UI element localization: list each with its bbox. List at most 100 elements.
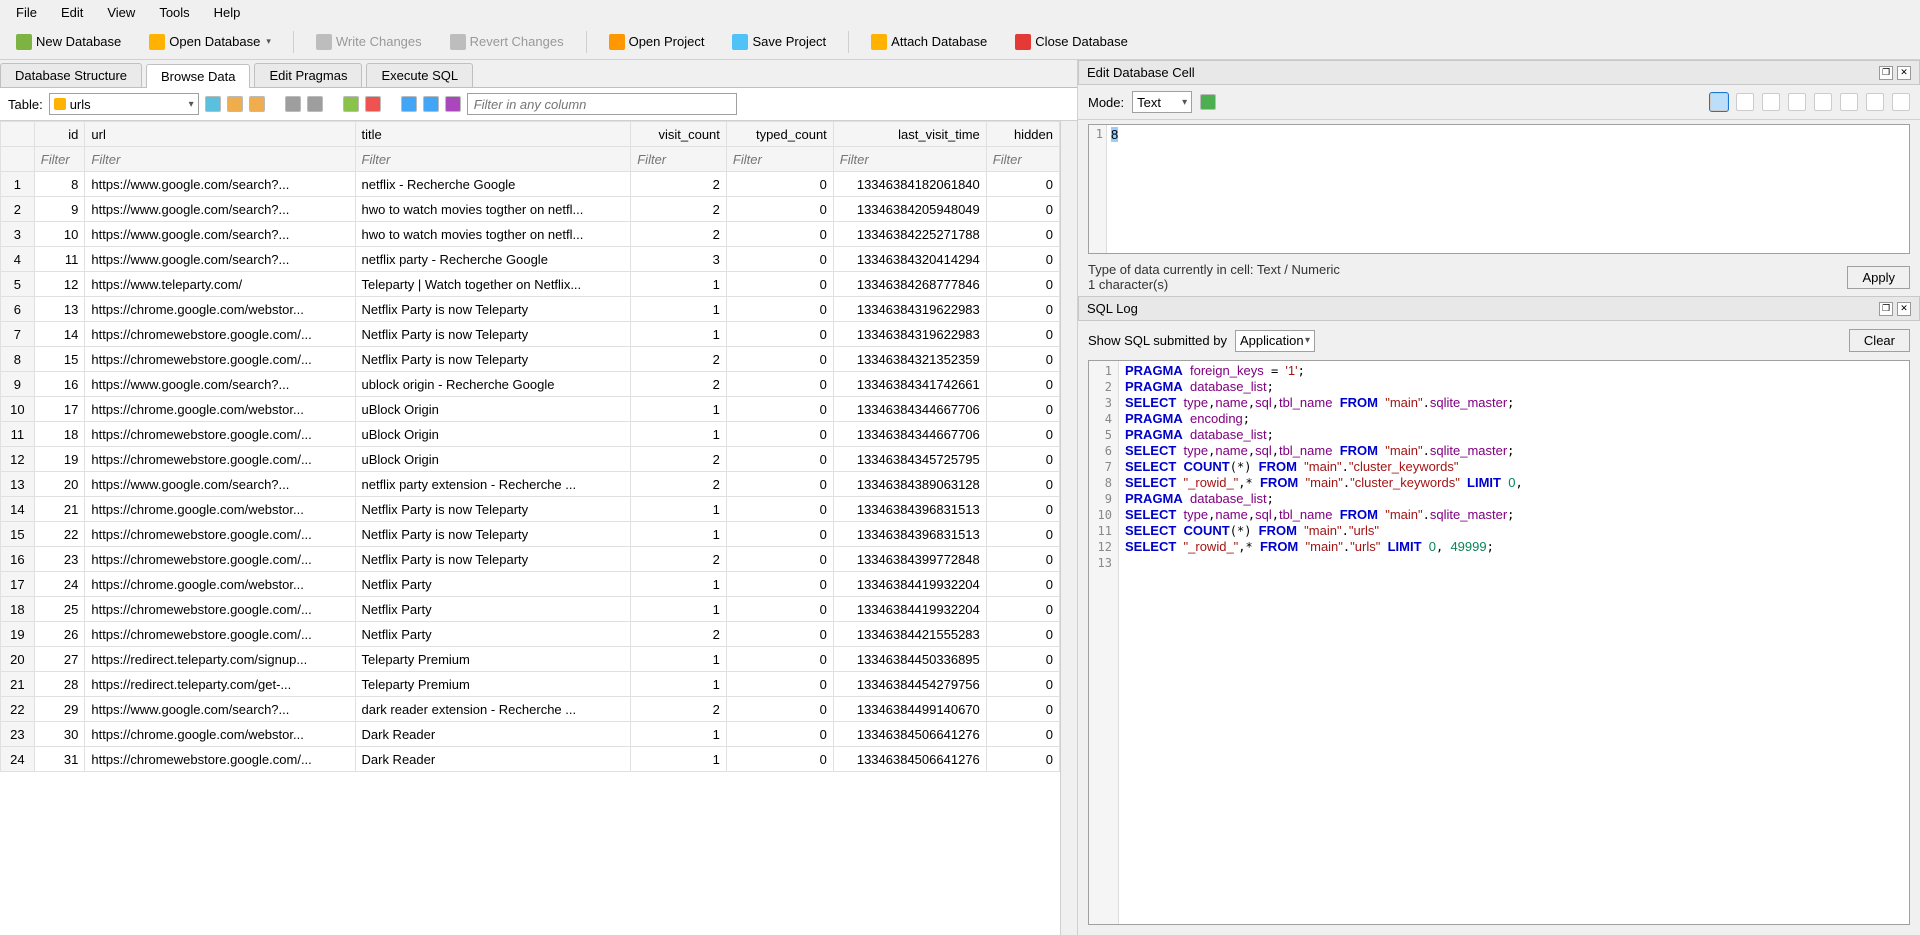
header-title[interactable]: title [355,122,631,147]
cell-id[interactable]: 16 [34,372,85,397]
replace-icon[interactable] [445,96,461,112]
table-row[interactable]: 19 26 https://chromewebstore.google.com/… [1,622,1060,647]
cell-title[interactable]: Teleparty | Watch together on Netflix... [355,272,631,297]
cell-id[interactable]: 10 [34,222,85,247]
cell-hidden[interactable]: 0 [986,172,1059,197]
table-select[interactable]: urls [49,93,199,115]
cell-visit-count[interactable]: 1 [631,522,727,547]
cell-visit-count[interactable]: 1 [631,322,727,347]
table-row[interactable]: 8 15 https://chromewebstore.google.com/.… [1,347,1060,372]
cell-url[interactable]: https://chromewebstore.google.com/... [85,547,355,572]
cell-title[interactable]: uBlock Origin [355,447,631,472]
editcell-float-icon[interactable]: ❐ [1879,66,1893,80]
tab-edit-pragmas[interactable]: Edit Pragmas [254,63,362,87]
filter-last-visit-time[interactable] [840,152,980,167]
cell-typed-count[interactable]: 0 [726,222,833,247]
cell-hidden[interactable]: 0 [986,397,1059,422]
cell-id[interactable]: 11 [34,247,85,272]
cell-url[interactable]: https://www.google.com/search?... [85,247,355,272]
save-project-button[interactable]: Save Project [726,32,832,52]
cell-title[interactable]: netflix party - Recherche Google [355,247,631,272]
cell-id[interactable]: 18 [34,422,85,447]
cell-last-visit-time[interactable]: 13346384499140670 [833,697,986,722]
print2-icon[interactable] [307,96,323,112]
attach-database-button[interactable]: Attach Database [865,32,993,52]
cell-hidden[interactable]: 0 [986,572,1059,597]
cell-id[interactable]: 30 [34,722,85,747]
cell-typed-count[interactable]: 0 [726,372,833,397]
cell-url[interactable]: https://www.google.com/search?... [85,172,355,197]
cell-id[interactable]: 21 [34,497,85,522]
cell-url[interactable]: https://chrome.google.com/webstor... [85,397,355,422]
cell-title[interactable]: netflix party extension - Recherche ... [355,472,631,497]
cell-title[interactable]: Netflix Party is now Teleparty [355,347,631,372]
indent-icon[interactable] [1736,93,1754,111]
open-project-button[interactable]: Open Project [603,32,711,52]
cell-id[interactable]: 14 [34,322,85,347]
table-row[interactable]: 24 31 https://chromewebstore.google.com/… [1,747,1060,772]
cell-last-visit-time[interactable]: 13346384421555283 [833,622,986,647]
cell-last-visit-time[interactable]: 13346384182061840 [833,172,986,197]
cell-title[interactable]: ublock origin - Recherche Google [355,372,631,397]
cell-hidden[interactable]: 0 [986,647,1059,672]
filter-any-column-input[interactable] [467,93,737,115]
cell-url[interactable]: https://www.google.com/search?... [85,197,355,222]
menu-edit[interactable]: Edit [51,3,93,22]
cell-last-visit-time[interactable]: 13346384344667706 [833,397,986,422]
filter-hidden[interactable] [993,152,1053,167]
cell-id[interactable]: 29 [34,697,85,722]
cell-id[interactable]: 19 [34,447,85,472]
cell-last-visit-time[interactable]: 13346384319622983 [833,297,986,322]
cell-typed-count[interactable]: 0 [726,247,833,272]
tab-database-structure[interactable]: Database Structure [0,63,142,87]
cell-title[interactable]: Netflix Party is now Teleparty [355,547,631,572]
cell-hidden[interactable]: 0 [986,297,1059,322]
cell-url[interactable]: https://www.teleparty.com/ [85,272,355,297]
new-database-button[interactable]: New Database [10,32,127,52]
cell-typed-count[interactable]: 0 [726,597,833,622]
cell-typed-count[interactable]: 0 [726,722,833,747]
cell-typed-count[interactable]: 0 [726,572,833,597]
cell-title[interactable]: Netflix Party [355,622,631,647]
cell-visit-count[interactable]: 2 [631,222,727,247]
editcell-close-icon[interactable]: ✕ [1897,66,1911,80]
cell-id[interactable]: 20 [34,472,85,497]
cell-visit-count[interactable]: 2 [631,472,727,497]
cell-hidden[interactable]: 0 [986,247,1059,272]
cell-last-visit-time[interactable]: 13346384454279756 [833,672,986,697]
sqllog-float-icon[interactable]: ❐ [1879,302,1893,316]
cell-title[interactable]: Netflix Party is now Teleparty [355,322,631,347]
cell-last-visit-time[interactable]: 13346384321352359 [833,347,986,372]
table-row[interactable]: 3 10 https://www.google.com/search?... h… [1,222,1060,247]
table-row[interactable]: 9 16 https://www.google.com/search?... u… [1,372,1060,397]
clear-log-button[interactable]: Clear [1849,329,1910,352]
table-row[interactable]: 23 30 https://chrome.google.com/webstor.… [1,722,1060,747]
header-visit-count[interactable]: visit_count [631,122,727,147]
table-row[interactable]: 18 25 https://chromewebstore.google.com/… [1,597,1060,622]
cell-url[interactable]: https://redirect.teleparty.com/signup... [85,647,355,672]
menu-view[interactable]: View [97,3,145,22]
cell-last-visit-time[interactable]: 13346384344667706 [833,422,986,447]
cell-url[interactable]: https://chrome.google.com/webstor... [85,497,355,522]
filter-title[interactable] [362,152,625,167]
cell-hidden[interactable]: 0 [986,622,1059,647]
cell-typed-count[interactable]: 0 [726,697,833,722]
cell-title[interactable]: Teleparty Premium [355,672,631,697]
cell-visit-count[interactable]: 2 [631,447,727,472]
table-row[interactable]: 21 28 https://redirect.teleparty.com/get… [1,672,1060,697]
cell-visit-count[interactable]: 1 [631,722,727,747]
cell-id[interactable]: 13 [34,297,85,322]
cell-last-visit-time[interactable]: 13346384319622983 [833,322,986,347]
cell-visit-count[interactable]: 2 [631,372,727,397]
cell-visit-count[interactable]: 2 [631,172,727,197]
header-typed-count[interactable]: typed_count [726,122,833,147]
cell-hidden[interactable]: 0 [986,197,1059,222]
cell-id[interactable]: 28 [34,672,85,697]
cell-url[interactable]: https://www.google.com/search?... [85,372,355,397]
cell-id[interactable]: 27 [34,647,85,672]
cell-typed-count[interactable]: 0 [726,472,833,497]
sql-log-viewer[interactable]: 1 2 3 4 5 6 7 8 9 10 11 12 13 PRAGMA for… [1088,360,1910,925]
cell-visit-count[interactable]: 1 [631,672,727,697]
cell-last-visit-time[interactable]: 13346384506641276 [833,747,986,772]
cell-visit-count[interactable]: 1 [631,397,727,422]
